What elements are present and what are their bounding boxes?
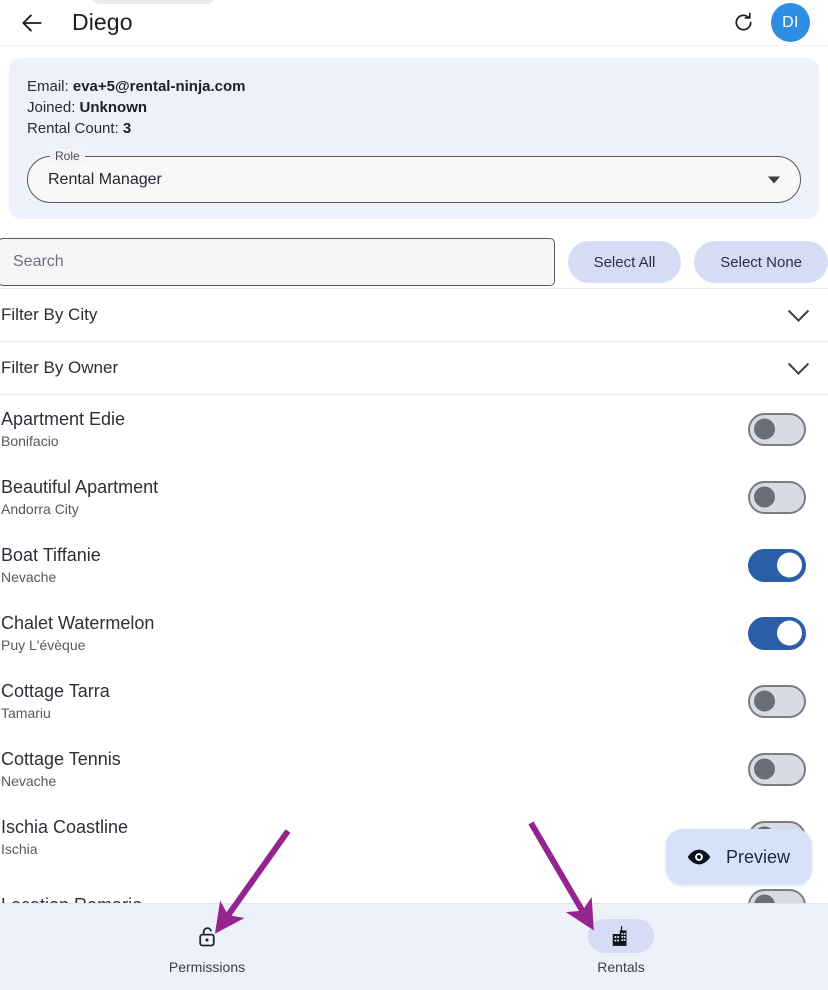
search-field[interactable] <box>0 238 555 286</box>
rental-list-item[interactable]: Boat Tiffanie Nevache <box>0 531 828 599</box>
rental-list-item[interactable]: Beautiful Apartment Andorra City <box>0 463 828 531</box>
rental-item-text: Ischia Coastline Ischia <box>1 817 128 858</box>
toggle-knob <box>754 758 775 780</box>
rental-item-title: Cottage Tennis <box>1 748 121 769</box>
rental-item-city: Andorra City <box>1 500 79 517</box>
joined-line: Joined: Unknown <box>27 97 801 118</box>
rental-item-text: Chalet Watermelon Puy L'évèque <box>1 613 154 654</box>
rental-item-city: Nevache <box>1 772 57 789</box>
rental-enable-toggle[interactable] <box>748 752 806 786</box>
toggle-knob <box>754 690 775 712</box>
rental-item-city: Tamariu <box>1 704 51 721</box>
nav-rentals-label: Rentals <box>597 959 645 975</box>
rental-count-line: Rental Count: 3 <box>27 118 801 139</box>
rental-enable-toggle[interactable] <box>748 684 806 718</box>
app-bar: Diego DI <box>0 0 828 46</box>
email-value: eva+5@rental-ninja.com <box>72 78 246 95</box>
rental-item-text: Cottage Tarra Tamariu <box>1 681 110 722</box>
page-title: Diego <box>72 9 133 35</box>
rental-count-value: 3 <box>122 120 132 137</box>
bottom-navigation: Permissions Rentals <box>0 903 828 990</box>
nav-permissions-label: Permissions <box>168 959 246 975</box>
filter-by-city-row[interactable]: Filter By City <box>0 288 828 341</box>
browser-tab-remnant <box>90 0 216 4</box>
unlock-icon <box>198 926 215 946</box>
eye-icon <box>687 849 711 865</box>
rental-item-title: Chalet Watermelon <box>1 612 155 633</box>
toggle-knob <box>754 418 775 440</box>
rental-item-title: Beautiful Apartment <box>1 476 159 497</box>
toggle-knob <box>754 486 775 508</box>
toggle-knob <box>777 620 802 646</box>
email-label: Email: <box>27 78 69 95</box>
filter-by-city-label: Filter By City <box>1 305 98 324</box>
search-input[interactable] <box>13 253 540 271</box>
chevron-down-icon <box>787 353 810 375</box>
rental-item-text: Boat Tiffanie Nevache <box>1 545 101 586</box>
rental-list-item[interactable]: Apartment Edie Bonifacio <box>0 395 828 463</box>
email-line: Email: eva+5@rental-ninja.com <box>27 76 801 97</box>
rental-item-city: Ischia <box>1 840 38 857</box>
rental-item-city: Nevache <box>1 568 57 585</box>
chevron-down-icon <box>787 300 810 322</box>
building-icon <box>612 925 626 946</box>
user-info-card: Email: eva+5@rental-ninja.com Joined: Un… <box>9 58 819 219</box>
rental-item-title: Cottage Tarra <box>1 680 110 701</box>
nav-permissions-icon-wrap <box>174 919 240 953</box>
nav-item-permissions[interactable]: Permissions <box>0 904 414 990</box>
nav-rentals-icon-wrap <box>588 919 654 953</box>
rental-item-city: Bonifacio <box>1 432 59 449</box>
rental-item-text: Apartment Edie Bonifacio <box>1 409 125 450</box>
rental-list-item[interactable]: Cottage Tarra Tamariu <box>0 667 828 735</box>
arrow-left-icon <box>22 13 42 32</box>
rental-item-title: Apartment Edie <box>1 408 126 429</box>
preview-button[interactable]: Preview <box>665 829 812 885</box>
rental-enable-toggle[interactable] <box>748 480 806 514</box>
role-legend-label: Role <box>50 149 85 163</box>
rental-list-item[interactable]: Chalet Watermelon Puy L'évèque <box>0 599 828 667</box>
rental-enable-toggle[interactable] <box>748 412 806 446</box>
joined-value: Unknown <box>79 99 148 116</box>
preview-label: Preview <box>725 846 790 867</box>
user-detail-screen: Diego DI Email: eva+5@rental-ninja.com J… <box>0 0 828 990</box>
rental-item-text: Cottage Tennis Nevache <box>1 749 121 790</box>
role-selected-value: Rental Manager <box>48 170 162 188</box>
nav-item-rentals[interactable]: Rentals <box>414 904 828 990</box>
role-select[interactable]: Role Rental Manager <box>27 149 801 203</box>
rental-item-title: Boat Tiffanie <box>1 544 101 565</box>
select-all-button[interactable]: Select All <box>567 241 682 283</box>
joined-label: Joined: <box>27 99 76 116</box>
toggle-knob <box>777 552 802 578</box>
refresh-icon <box>734 12 752 31</box>
select-none-button[interactable]: Select None <box>694 241 828 283</box>
rental-count-label: Rental Count: <box>27 120 119 137</box>
rental-item-text: Beautiful Apartment Andorra City <box>1 477 158 518</box>
rental-enable-toggle[interactable] <box>748 548 806 582</box>
rental-enable-toggle[interactable] <box>748 616 806 650</box>
filter-by-owner-label: Filter By Owner <box>1 358 119 377</box>
filter-by-owner-row[interactable]: Filter By Owner <box>0 341 828 394</box>
avatar-initials: DI <box>782 13 799 31</box>
back-button[interactable] <box>12 3 52 43</box>
refresh-button[interactable] <box>725 5 761 41</box>
rental-item-city: Puy L'évèque <box>1 636 86 653</box>
chevron-down-icon <box>768 176 780 183</box>
search-toolbar: Select All Select None <box>0 236 828 288</box>
avatar[interactable]: DI <box>771 3 810 42</box>
rental-list-item[interactable]: Cottage Tennis Nevache <box>0 735 828 803</box>
rental-item-title: Ischia Coastline <box>1 816 129 837</box>
